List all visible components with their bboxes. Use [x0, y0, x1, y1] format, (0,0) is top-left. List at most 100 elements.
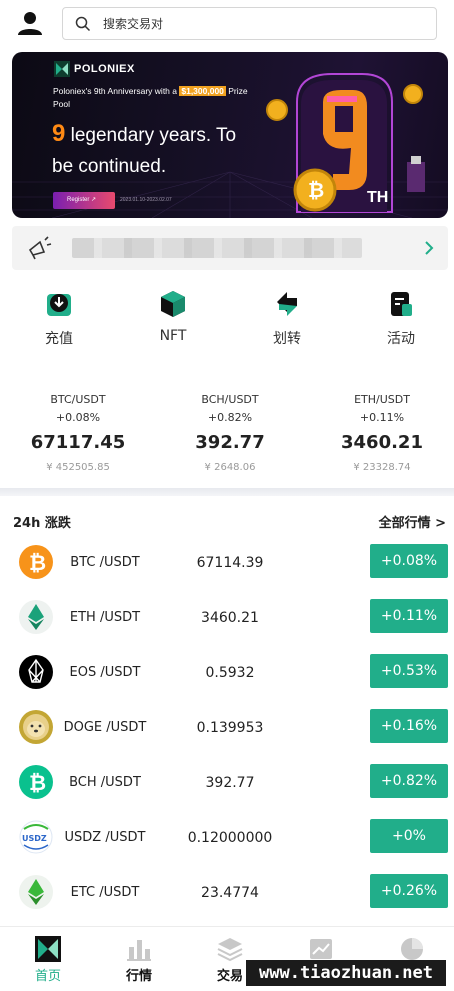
market-pair: USDZ /USDT: [64, 830, 146, 845]
announcement-text[interactable]: ████████████████████████: [72, 238, 362, 258]
market-list-title: 24h 涨跌: [13, 516, 71, 531]
transfer-icon: [277, 292, 297, 316]
poloniex-logo-icon: [54, 61, 70, 77]
market-pair: BTC /USDT: [70, 555, 140, 570]
quick-action-deposit[interactable]: 充值: [14, 286, 104, 356]
ticker-pair: BTC/USDT: [50, 393, 106, 406]
tab-label: 行情: [125, 969, 152, 984]
market-row-eth[interactable]: ETH /USDT 3460.21 +0.11%: [0, 590, 454, 645]
market-pair: ETC /USDT: [70, 885, 140, 900]
ticker-change: +0.82%: [207, 411, 253, 424]
etc-icon: [19, 875, 53, 909]
megaphone-icon: [28, 236, 52, 260]
trade-icon: [217, 938, 243, 962]
ticker-price: 3460.21: [341, 432, 423, 453]
ticker-pair: BCH/USDT: [201, 393, 259, 406]
promo-subtitle: Poloniex's 9th Anniversary with a $1,300…: [53, 86, 248, 109]
chart-icon: [310, 939, 332, 959]
market-price: 0.139953: [196, 720, 264, 736]
bch-icon: ₿: [19, 765, 53, 799]
market-list: ₿ BTC /USDT 67114.39 +0.08% ETH /USDT 34…: [0, 535, 454, 925]
market-price: 23.4774: [201, 885, 259, 901]
ticker-card-btc[interactable]: BTC/USDT +0.08% 67117.45 ¥ 452505.85: [8, 388, 148, 483]
ticker-price: 67117.45: [30, 432, 126, 453]
ticker-change: +0.08%: [55, 411, 101, 424]
btc-icon: ₿: [19, 545, 53, 579]
section-divider: [0, 488, 454, 496]
svg-text:TH: TH: [367, 189, 388, 206]
ticker-cny-price: ¥ 23328.74: [353, 462, 411, 473]
activity-icon: [391, 292, 412, 316]
quick-action-activity[interactable]: 活动: [356, 286, 446, 356]
register-button[interactable]: Register ↗: [53, 192, 115, 209]
market-pair: ETH /USDT: [69, 610, 141, 625]
quick-actions: 充值 NFT 划转 活动: [0, 286, 454, 356]
market-row-eos[interactable]: EOS /USDT 0.5932 +0.53%: [0, 645, 454, 700]
promo-headline: 9 legendary years. To be continued.: [52, 120, 237, 177]
doge-icon: [19, 710, 53, 744]
quick-action-transfer[interactable]: 划转: [242, 286, 332, 356]
quick-action-label: 充值: [45, 331, 73, 347]
blurred-announcement: ████████████████████████: [72, 238, 362, 258]
search-icon: [75, 16, 91, 32]
market-row-bch[interactable]: ₿ BCH /USDT 392.77 +0.82%: [0, 755, 454, 810]
ticker-change: +0.11%: [359, 411, 405, 424]
market-row-etc[interactable]: ETC /USDT 23.4774 +0.26%: [0, 865, 454, 920]
assets-icon: [401, 938, 423, 960]
change-badge[interactable]: +0.16%: [370, 709, 448, 743]
market-price: 3460.21: [201, 610, 259, 626]
ticker-card-bch[interactable]: BCH/USDT +0.82% 392.77 ¥ 2648.06: [160, 388, 300, 483]
market-price: 0.5932: [205, 665, 255, 681]
eos-icon: [19, 655, 53, 689]
svg-text:₿: ₿: [308, 180, 324, 202]
watermark: www.tiaozhuan.net: [246, 960, 446, 986]
home-icon: [35, 936, 61, 962]
market-price: 0.12000000: [187, 830, 273, 846]
market-price: 392.77: [205, 775, 255, 791]
ticker-cny-price: ¥ 452505.85: [46, 462, 110, 473]
svg-text:₿: ₿: [29, 551, 46, 575]
tab-label: 首页: [34, 969, 61, 984]
anniversary-nine-illustration: TH ₿: [266, 73, 425, 213]
all-markets-link[interactable]: 全部行情 >: [379, 512, 446, 531]
chevron-right-icon[interactable]: [424, 240, 434, 256]
change-badge[interactable]: +0.08%: [370, 544, 448, 578]
market-row-doge[interactable]: DOGE /USDT 0.139953 +0.16%: [0, 700, 454, 755]
eth-icon: [19, 600, 53, 634]
market-row-btc[interactable]: ₿ BTC /USDT 67114.39 +0.08%: [0, 535, 454, 590]
brand-name: POLONIEX: [74, 63, 135, 75]
usdz-icon: USDZ: [19, 820, 53, 854]
announcement-bar[interactable]: ████████████████████████: [12, 226, 448, 270]
change-badge[interactable]: +0.11%: [370, 599, 448, 633]
search-input[interactable]: [103, 14, 423, 34]
market-row-usdz[interactable]: USDZ USDZ /USDT 0.12000000 +0%: [0, 810, 454, 865]
ticker-cny-price: ¥ 2648.06: [204, 462, 256, 473]
change-badge[interactable]: +0.82%: [370, 764, 448, 798]
change-badge[interactable]: +0.53%: [370, 654, 448, 688]
search-bar[interactable]: [62, 7, 437, 40]
tab-market[interactable]: 行情: [93, 927, 183, 991]
change-badge[interactable]: +0%: [370, 819, 448, 853]
svg-text:₿: ₿: [29, 771, 46, 795]
quick-action-label: NFT: [159, 328, 187, 344]
svg-text:USDZ: USDZ: [22, 834, 47, 843]
user-icon[interactable]: [16, 10, 44, 38]
market-price: 67114.39: [196, 555, 264, 571]
tab-home[interactable]: 首页: [2, 927, 92, 991]
change-badge[interactable]: +0.26%: [370, 874, 448, 908]
nft-icon: [161, 291, 185, 317]
quick-action-label: 活动: [387, 331, 415, 347]
promo-date-range: 2023.01.10-2023.02.07: [120, 197, 172, 203]
market-pair: BCH /USDT: [69, 775, 141, 790]
quick-action-nft[interactable]: NFT: [128, 286, 218, 356]
ticker-card-eth[interactable]: ETH/USDT +0.11% 3460.21 ¥ 23328.74: [312, 388, 452, 483]
ticker-summary: BTC/USDT +0.08% 67117.45 ¥ 452505.85 BCH…: [0, 388, 454, 483]
market-icon: [127, 940, 151, 961]
market-pair: DOGE /USDT: [63, 720, 147, 735]
header: [0, 0, 454, 46]
market-pair: EOS /USDT: [69, 665, 141, 680]
ticker-price: 392.77: [195, 432, 265, 453]
deposit-icon: [47, 294, 71, 316]
prize-amount: $1,300,000: [179, 86, 226, 96]
promo-banner[interactable]: POLONIEX Poloniex's 9th Anniversary with…: [12, 52, 448, 218]
